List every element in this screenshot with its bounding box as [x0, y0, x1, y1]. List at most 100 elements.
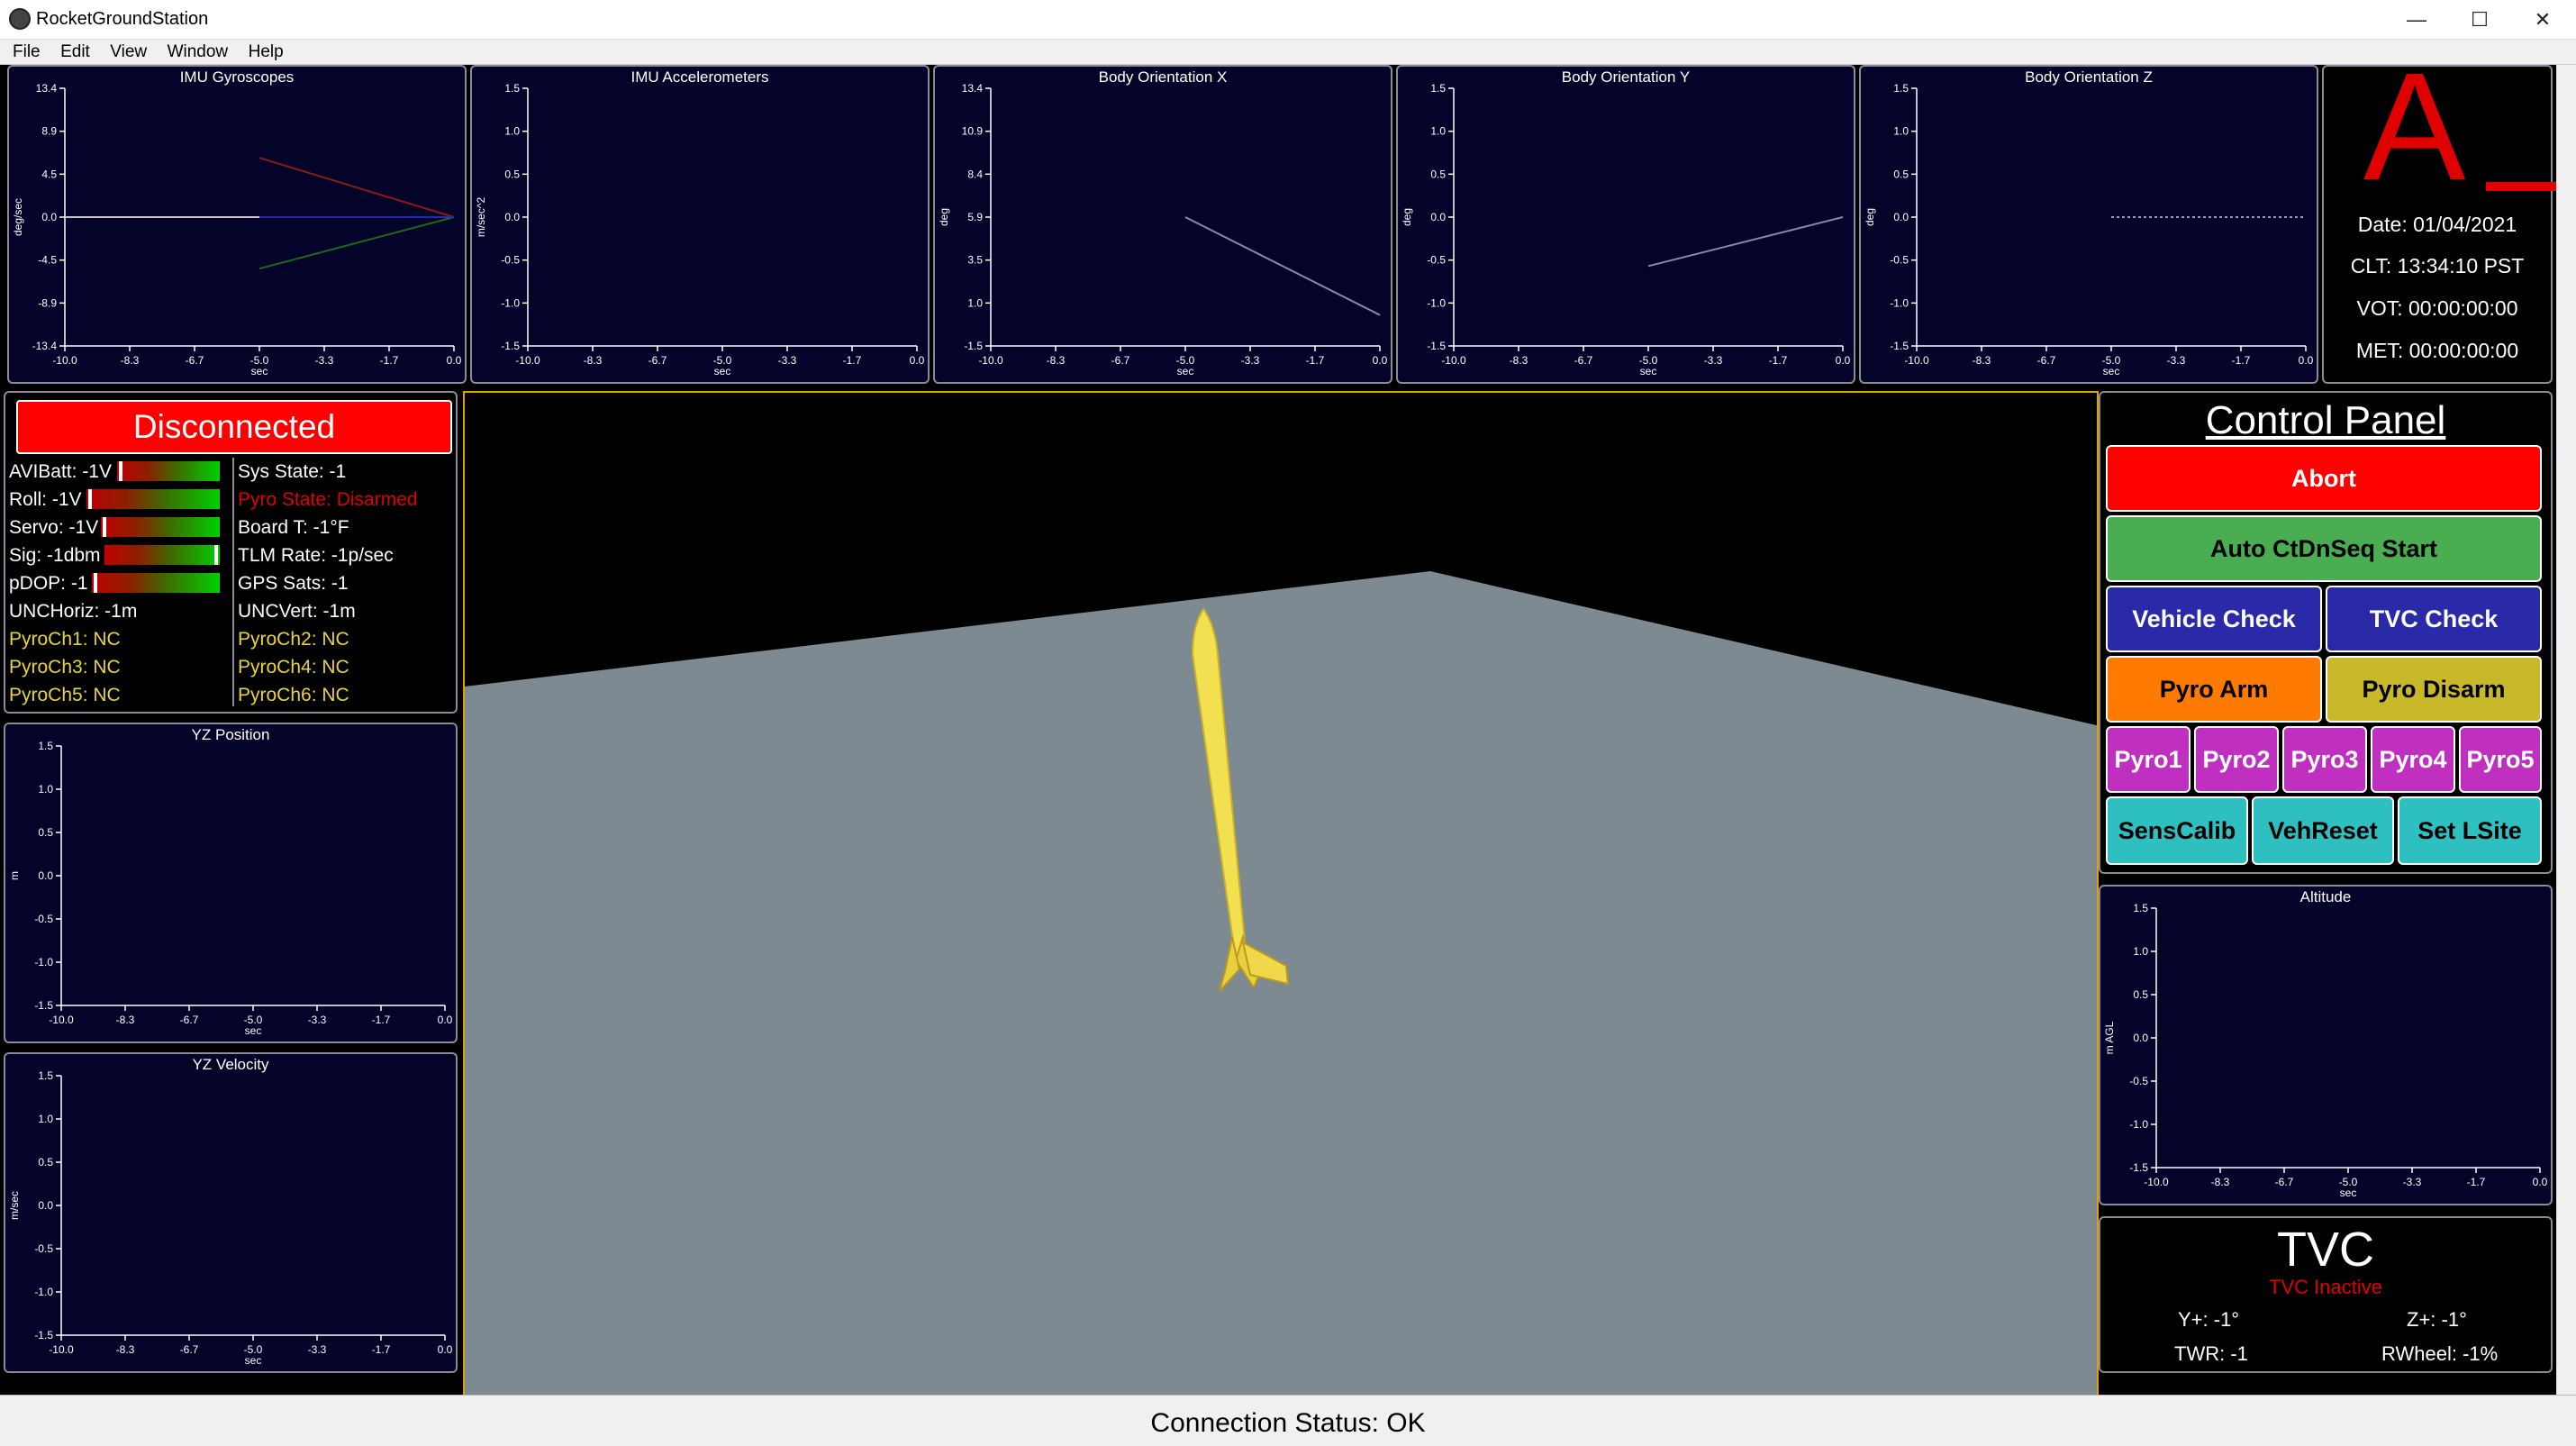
set-launch-site-button[interactable]: Set LSite [2398, 796, 2542, 865]
pyro5-button[interactable]: Pyro5 [2459, 726, 2542, 793]
sensor-calibrate-button[interactable]: SensCalib [2106, 796, 2248, 865]
tvc-check-button[interactable]: TVC Check [2326, 586, 2542, 652]
unc-vert-readout: UNCVert: -1m [238, 601, 356, 622]
pyro-ch1-readout: PyroCh1: NC [9, 629, 121, 650]
menu-help[interactable]: Help [245, 40, 287, 65]
y-tick-label: 0.5 [38, 1156, 53, 1169]
x-tick-label: -10.0 [515, 354, 540, 367]
pyro-ch3-readout: PyroCh3: NC [9, 657, 121, 678]
pyro-disarm-button[interactable]: Pyro Disarm [2326, 656, 2542, 723]
avibatt-readout: AVIBatt: -1V [9, 461, 112, 482]
plot-title: YZ Position [192, 726, 270, 743]
pyro2-button[interactable]: Pyro2 [2194, 726, 2279, 793]
pyro-ch2-readout: PyroCh2: NC [238, 629, 349, 650]
menu-view[interactable]: View [106, 40, 150, 65]
abort-button[interactable]: Abort [2106, 445, 2542, 512]
x-axis-label: sec [251, 365, 268, 377]
pyro-ch4-readout: PyroCh4: NC [238, 657, 349, 678]
altitude-plot: Altitude 1.5 1.0 0.5 0.0 -0.5 -1.0 -1.5 -10.0 -8.… [2099, 885, 2553, 1205]
body-orientation-z-plot: Body Orientation Z 1.5 1.0 0.5 0.0 -0.5 -1.0 -1… [1859, 65, 2318, 384]
pyro3-button[interactable]: Pyro3 [2282, 726, 2367, 793]
y-tick-label: 1.5 [38, 740, 53, 752]
y-tick-label: -1.0 [501, 296, 520, 309]
y-tick-label: -0.5 [34, 1242, 53, 1255]
plot-trace-1 [259, 216, 455, 270]
y-tick-label: -1.5 [34, 1329, 53, 1341]
met-readout: MET: 00:00:00:00 [2355, 339, 2519, 362]
imu-accel-plot: IMU Accelerometers 1.5 1.0 0.5 0.0 -0.5 -1.0 -1… [470, 65, 930, 384]
body-z-svg: Body Orientation Z 1.5 1.0 0.5 0.0 -0.5 -1.0 -1… [1864, 68, 2314, 377]
menu-file[interactable]: File [9, 40, 44, 65]
y-tick-label: 1.5 [38, 1069, 53, 1082]
y-tick-label: -1.5 [1427, 340, 1446, 352]
y-axis-label: deg [1401, 208, 1413, 226]
y-tick-label: 1.0 [38, 783, 53, 796]
sys-state-readout: Sys State: -1 [238, 461, 347, 482]
pyro4-button[interactable]: Pyro4 [2371, 726, 2455, 793]
y-axis-label: m [8, 871, 21, 880]
x-tick-label: -10.0 [52, 354, 77, 367]
y-tick-label: -0.5 [1427, 254, 1446, 267]
vehicle-check-button[interactable]: Vehicle Check [2106, 586, 2322, 652]
app-icon [9, 8, 31, 30]
servo-readout: Servo: -1V [9, 517, 99, 538]
pyro-arm-button[interactable]: Pyro Arm [2106, 656, 2322, 723]
menu-edit[interactable]: Edit [57, 40, 94, 65]
date-readout: Date: 01/04/2021 [2357, 213, 2517, 236]
menu-window[interactable]: Window [164, 40, 232, 65]
y-tick-label: 0.5 [38, 826, 53, 839]
body-x-svg: Body Orientation X 13.4 10.9 8.4 5.9 3.5 1.0 -1… [938, 68, 1388, 377]
plot-title: Body Orientation Z [2025, 68, 2153, 86]
yz-position-plot: YZ Position 1.5 1.0 0.5 0.0 -0.5 -1.0 -1.5 -10.0… [4, 723, 458, 1043]
plot-trace-0 [259, 157, 455, 218]
unc-horiz-readout: UNCHoriz: -1m [9, 601, 138, 622]
x-tick-label: -1.7 [380, 354, 399, 367]
x-tick-label: -10.0 [49, 1343, 74, 1356]
maximize-button[interactable]: ☐ [2448, 0, 2511, 40]
y-tick-label: -1.5 [2129, 1161, 2148, 1174]
y-axis-label: m/sec [8, 1191, 21, 1220]
y-tick-label: 1.5 [1893, 82, 1909, 95]
x-tick-label: 0.0 [1373, 354, 1388, 367]
x-axis-label: sec [245, 1024, 262, 1037]
yz-velocity-plot: YZ Velocity 1.5 1.0 0.5 0.0 -0.5 -1.0 -1.5 -10.0… [4, 1052, 458, 1373]
y-tick-label: 0.0 [1430, 211, 1446, 223]
y-tick-label: -1.0 [34, 956, 53, 969]
minimize-button[interactable]: — [2385, 0, 2448, 40]
y-tick-label: 1.0 [1893, 125, 1909, 138]
ground-plane [465, 571, 2097, 1396]
y-axis-label: deg/sec [12, 198, 24, 236]
status-divider [232, 458, 234, 706]
plot-title: IMU Gyroscopes [180, 68, 295, 86]
body-y-svg: Body Orientation Y 1.5 1.0 0.5 0.0 -0.5 -1.0 -1… [1401, 68, 1851, 377]
vehicle-reset-button[interactable]: VehReset [2252, 796, 2394, 865]
altitude-svg: Altitude 1.5 1.0 0.5 0.0 -0.5 -1.0 -1.5 -10.0 -8.… [2103, 888, 2548, 1199]
pyro1-button[interactable]: Pyro1 [2106, 726, 2191, 793]
3d-rocket-view[interactable] [463, 391, 2099, 1396]
scene-canvas [465, 571, 2097, 1396]
x-tick-label: 0.0 [1836, 354, 1851, 367]
menu-bar: File Edit View Window Help [0, 40, 2576, 65]
x-tick-label: 0.0 [2533, 1176, 2548, 1188]
auto-countdown-button[interactable]: Auto CtDnSeq Start [2106, 515, 2542, 582]
tlm-rate-readout: TLM Rate: -1p/sec [238, 545, 394, 566]
plot-trace-0 [1647, 216, 1844, 268]
y-tick-label: 0.5 [2133, 988, 2148, 1001]
x-tick-label: -6.7 [2275, 1176, 2294, 1188]
imu-gyro-plot: IMU Gyroscopes 13.4 8.9 4.5 0.0 -4.5 -8.9 -13.4… [7, 65, 467, 384]
cursor-underscore [2486, 182, 2558, 191]
plot-title: IMU Accelerometers [630, 68, 768, 86]
vertical-scrollbar[interactable] [2556, 65, 2576, 1395]
y-tick-label: 10.9 [962, 125, 984, 138]
avibatt-bar [117, 461, 220, 481]
connection-state-banner: Disconnected [16, 400, 452, 454]
close-button[interactable]: ✕ [2511, 0, 2574, 40]
x-tick-label: -8.3 [1510, 354, 1528, 367]
pyro-state-readout: Pyro State: Disarmed [238, 489, 418, 510]
y-tick-label: 1.5 [2133, 902, 2148, 914]
y-tick-label: -1.5 [501, 340, 520, 352]
pyro-ch5-readout: PyroCh5: NC [9, 685, 121, 705]
pdop-bar [92, 573, 220, 593]
vot-readout: VOT: 00:00:00:00 [2356, 296, 2518, 320]
body-orientation-x-plot: Body Orientation X 13.4 10.9 8.4 5.9 3.5 1.0 -1… [933, 65, 1392, 384]
